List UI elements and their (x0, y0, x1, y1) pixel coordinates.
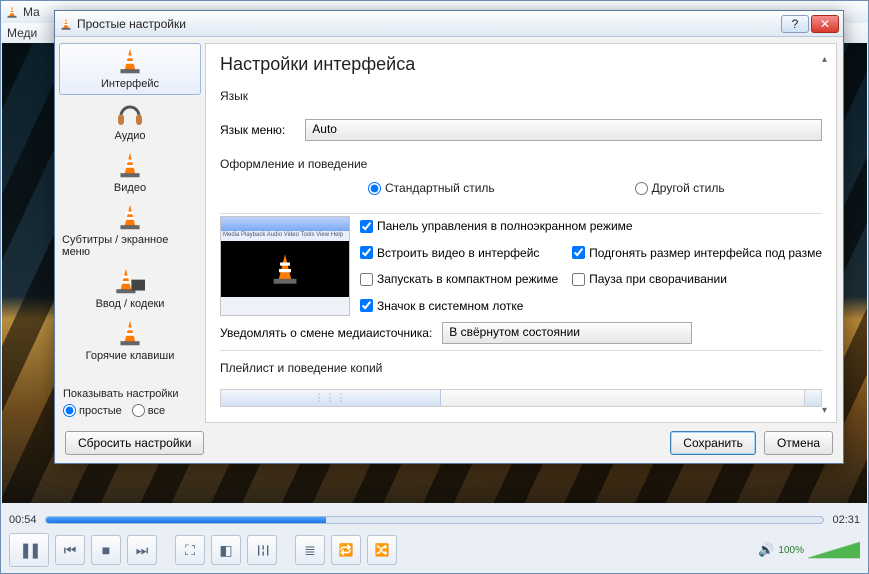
checkbox-systray[interactable]: Значок в системном лотке (360, 296, 822, 317)
scroll-up-icon[interactable]: ▴ (822, 54, 834, 65)
main-title: Ma (23, 5, 40, 19)
stop-button[interactable] (91, 535, 121, 565)
dialog-footer: Сбросить настройки Сохранить Отмена (55, 423, 843, 463)
category-subtitles[interactable]: Субтитры / экранное меню (59, 199, 201, 263)
fullscreen-button[interactable] (175, 535, 205, 565)
category-label: Аудио (114, 130, 145, 142)
volume-percent: 100% (778, 545, 804, 556)
save-button[interactable]: Сохранить (670, 431, 756, 455)
checkbox-minimal-view[interactable]: Запускать в компактном режиме (360, 269, 562, 290)
vlc-logo-icon (5, 5, 19, 19)
checkbox-pause-minimize[interactable]: Пауза при сворачивании (572, 269, 822, 290)
seek-slider[interactable] (45, 516, 825, 524)
notify-label: Уведомлять о смене медиаисточника: (220, 326, 432, 340)
category-label: Интерфейс (101, 78, 159, 90)
playlist-button[interactable] (295, 535, 325, 565)
interface-preview: Media Playback Audio Video Tools View He… (220, 216, 350, 316)
category-codecs[interactable]: Ввод / кодеки (59, 263, 201, 315)
dialog-titlebar[interactable]: Простые настройки ? ✕ (55, 11, 843, 37)
category-list: Интерфейс Аудио Видео Субтитры / экранно… (55, 37, 205, 423)
cone-icon (112, 150, 148, 180)
preferences-dialog: Простые настройки ? ✕ Интерфейс Аудио Ви… (54, 10, 844, 464)
speaker-icon[interactable] (758, 542, 774, 558)
category-label: Горячие клавиши (86, 350, 175, 362)
group-playlist: Плейлист и поведение копий (220, 361, 822, 375)
previous-button[interactable] (55, 535, 85, 565)
radio-simple[interactable]: простые (63, 404, 122, 417)
checkbox-fullscreen-controller[interactable]: Панель управления в полноэкранном режиме (360, 216, 822, 237)
radio-native-style[interactable]: Стандартный стиль (368, 181, 495, 195)
vlc-logo-icon (59, 17, 73, 31)
group-language: Язык (220, 89, 822, 103)
category-video[interactable]: Видео (59, 147, 201, 199)
language-select[interactable]: Auto (305, 119, 822, 141)
checkbox-resize-interface[interactable]: Подгонять размер интерфейса под разме (572, 243, 822, 264)
language-label: Язык меню: (220, 123, 285, 137)
category-label: Видео (114, 182, 146, 194)
category-label: Ввод / кодеки (96, 298, 165, 310)
controls-row: 100% (9, 533, 860, 567)
reset-button[interactable]: Сбросить настройки (65, 431, 204, 455)
equalizer-button[interactable] (247, 535, 277, 565)
seek-row: 00:54 02:31 (9, 511, 860, 529)
radio-all[interactable]: все (132, 404, 165, 417)
help-button[interactable]: ? (781, 15, 809, 33)
notify-select[interactable]: В свёрнутом состоянии (442, 322, 692, 344)
headphones-icon (112, 98, 148, 128)
radio-skin-style[interactable]: Другой стиль (635, 181, 725, 195)
checkbox-embed-video[interactable]: Встроить видео в интерфейс (360, 243, 562, 264)
category-hotkeys[interactable]: Горячие клавиши (59, 315, 201, 367)
volume-slider[interactable] (808, 540, 860, 560)
settings-content: ▴ ▾ Настройки интерфейса Язык Язык меню:… (205, 43, 837, 423)
time-elapsed[interactable]: 00:54 (9, 514, 37, 526)
category-label: Субтитры / экранное меню (62, 234, 198, 258)
pause-button[interactable] (9, 533, 49, 567)
cancel-button[interactable]: Отмена (764, 431, 833, 455)
page-title: Настройки интерфейса (206, 44, 836, 81)
close-button[interactable]: ✕ (811, 15, 839, 33)
show-settings-group: Показывать настройки простые все (59, 384, 201, 417)
codecs-icon (112, 266, 148, 296)
horizontal-scrollbar[interactable]: ⋮⋮⋮ (220, 389, 822, 407)
cone-icon (112, 202, 148, 232)
menu-media[interactable]: Меди (7, 26, 37, 40)
cone-icon (112, 318, 148, 348)
group-look: Оформление и поведение (220, 157, 822, 171)
shuffle-button[interactable] (367, 535, 397, 565)
category-audio[interactable]: Аудио (59, 95, 201, 147)
loop-button[interactable] (331, 535, 361, 565)
time-total[interactable]: 02:31 (832, 514, 860, 526)
scroll-down-icon[interactable]: ▾ (822, 405, 834, 416)
extended-settings-button[interactable] (211, 535, 241, 565)
cone-icon (112, 46, 148, 76)
next-button[interactable] (127, 535, 157, 565)
category-interface[interactable]: Интерфейс (59, 43, 201, 95)
show-settings-title: Показывать настройки (63, 388, 197, 400)
dialog-title: Простые настройки (77, 17, 186, 31)
